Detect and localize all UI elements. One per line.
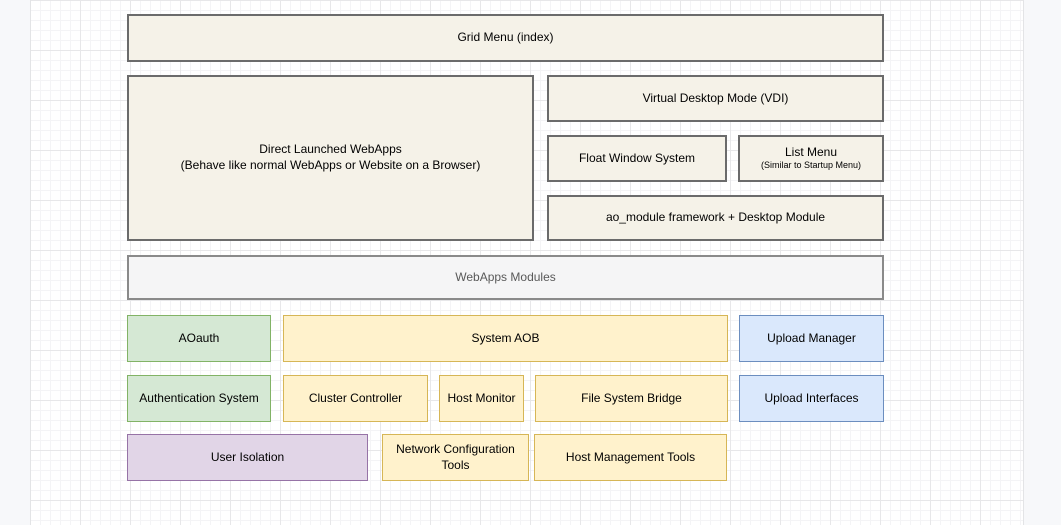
- box-label: Cluster Controller: [309, 391, 402, 407]
- diagram-canvas: Grid Menu (index) Direct Launched WebApp…: [0, 0, 1061, 525]
- box-label: File System Bridge: [581, 391, 682, 407]
- box-label: AOauth: [179, 331, 220, 347]
- box-float-window-system[interactable]: Float Window System: [547, 135, 727, 182]
- box-upload-manager[interactable]: Upload Manager: [739, 315, 884, 362]
- box-label-line2: (Behave like normal WebApps or Website o…: [181, 158, 481, 174]
- box-system-aob[interactable]: System AOB: [283, 315, 728, 362]
- box-label: Upload Interfaces: [764, 391, 858, 407]
- box-label: List Menu: [785, 145, 837, 161]
- box-upload-interfaces[interactable]: Upload Interfaces: [739, 375, 884, 422]
- box-label: Grid Menu (index): [457, 30, 553, 46]
- box-label: Upload Manager: [767, 331, 856, 347]
- box-direct-launched-webapps[interactable]: Direct Launched WebApps (Behave like nor…: [127, 75, 534, 241]
- box-virtual-desktop-mode[interactable]: Virtual Desktop Mode (VDI): [547, 75, 884, 122]
- box-authentication-system[interactable]: Authentication System: [127, 375, 271, 422]
- box-aoauth[interactable]: AOauth: [127, 315, 271, 362]
- box-label: Network Configuration Tools: [389, 442, 522, 473]
- box-label: Host Monitor: [447, 391, 515, 407]
- box-label: Host Management Tools: [566, 450, 695, 466]
- box-ao-module-framework[interactable]: ao_module framework + Desktop Module: [547, 195, 884, 241]
- box-label: Virtual Desktop Mode (VDI): [643, 91, 789, 107]
- box-label: User Isolation: [211, 450, 284, 466]
- box-label: Authentication System: [139, 391, 258, 407]
- box-label: WebApps Modules: [455, 270, 556, 286]
- box-file-system-bridge[interactable]: File System Bridge: [535, 375, 728, 422]
- box-user-isolation[interactable]: User Isolation: [127, 434, 368, 481]
- box-label: Float Window System: [579, 151, 695, 167]
- box-host-monitor[interactable]: Host Monitor: [439, 375, 524, 422]
- box-label: System AOB: [471, 331, 539, 347]
- box-sublabel: (Similar to Startup Menu): [761, 160, 861, 172]
- box-label: ao_module framework + Desktop Module: [606, 210, 825, 226]
- box-webapps-modules[interactable]: WebApps Modules: [127, 255, 884, 300]
- box-list-menu[interactable]: List Menu (Similar to Startup Menu): [738, 135, 884, 182]
- box-cluster-controller[interactable]: Cluster Controller: [283, 375, 428, 422]
- box-network-configuration-tools[interactable]: Network Configuration Tools: [382, 434, 529, 481]
- box-grid-menu[interactable]: Grid Menu (index): [127, 14, 884, 62]
- page-margin-left: [0, 0, 31, 525]
- page-margin-right: [1023, 0, 1061, 525]
- box-label: Direct Launched WebApps: [259, 142, 402, 158]
- box-host-management-tools[interactable]: Host Management Tools: [534, 434, 727, 481]
